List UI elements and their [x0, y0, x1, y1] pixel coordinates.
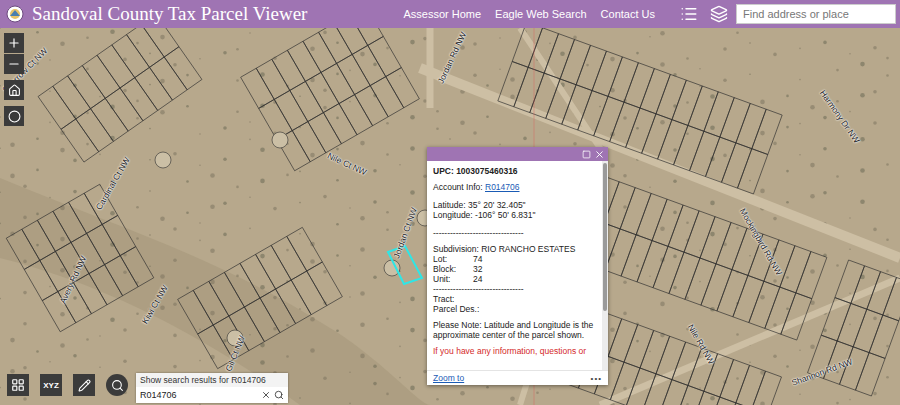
field-label: Unit:	[433, 274, 473, 284]
upc: UPC: 1003075460316	[433, 166, 598, 176]
popup-body: UPC: 1003075460316 Account Info: R014706 L…	[427, 161, 608, 370]
basemap-grid-icon[interactable]	[7, 374, 29, 396]
coordinates-button[interactable]: XYZ	[40, 374, 62, 396]
search-field[interactable]: R014706	[136, 387, 288, 403]
account-link[interactable]: R014706	[485, 182, 520, 192]
search-suggestion[interactable]: Show search results for R014706	[136, 373, 288, 387]
close-icon[interactable]	[594, 149, 605, 160]
bottom-toolbar: XYZ	[7, 374, 128, 396]
legend-icon[interactable]	[676, 2, 702, 26]
header-link[interactable]: Contact Us	[601, 8, 655, 20]
field-label: Block:	[433, 264, 473, 274]
lot-fields: Lot:74Block:32Unit:24	[433, 254, 598, 284]
zoom-in-icon[interactable]	[4, 33, 24, 53]
parcel-viewer: Sandoval County Tax Parcel Viewer Assesso…	[0, 0, 900, 405]
measure-pencil-icon[interactable]	[73, 374, 95, 396]
address-search-input[interactable]	[736, 4, 896, 24]
map-area[interactable]: Sparrow Ct NWCardinal Ct NWNile Ct NWJor…	[0, 28, 900, 405]
locate-icon[interactable]	[4, 106, 24, 126]
parcel-des: Parcel Des.:	[433, 304, 598, 314]
longitude: Longitude: -106° 50' 6.831"	[433, 210, 598, 220]
popup-content: UPC: 1003075460316 Account Info: R014706 L…	[427, 161, 602, 370]
warning: If you have any information, questions o…	[433, 346, 598, 356]
tract: Tract:	[433, 294, 598, 304]
popup-header	[427, 147, 608, 161]
header-links: Assessor Home Eagle Web Search Contact Us	[403, 8, 655, 20]
header-bar: Sandoval County Tax Parcel Viewer Assesso…	[0, 0, 900, 28]
field-value: 24	[473, 274, 598, 284]
maximize-icon[interactable]	[582, 150, 591, 159]
field-value: 74	[473, 254, 598, 264]
field-label: Lot:	[433, 254, 473, 264]
header-link[interactable]: Assessor Home	[403, 8, 481, 20]
account-info: Account Info: R014706	[433, 182, 598, 192]
search-panel: Show search results for R014706 R014706	[136, 373, 288, 403]
divider: --------------------------------	[433, 228, 598, 238]
layers-icon[interactable]	[706, 2, 732, 26]
latitude: Latitude: 35° 20' 32.405"	[433, 200, 598, 210]
zoom-controls	[4, 33, 24, 74]
zoom-out-icon[interactable]	[4, 54, 24, 74]
county-seal-icon	[6, 5, 24, 23]
popup-scrollbar[interactable]	[602, 161, 608, 370]
zoom-to-link[interactable]: Zoom to	[433, 373, 464, 383]
parcel-popup: UPC: 1003075460316 Account Info: R014706 L…	[427, 147, 608, 385]
header-link[interactable]: Eagle Web Search	[495, 8, 587, 20]
more-button[interactable]: •••	[591, 374, 602, 383]
scroll-thumb[interactable]	[603, 163, 607, 311]
home-icon[interactable]	[4, 80, 24, 100]
map-controls	[4, 33, 24, 126]
popup-footer: Zoom to •••	[427, 370, 608, 385]
field-value: 32	[473, 264, 598, 274]
subdivision: Subdivision: RIO RANCHO ESTATES	[433, 244, 598, 254]
search-value[interactable]: R014706	[140, 390, 258, 400]
note: Please Note: Latitude and Longitude is t…	[433, 320, 598, 340]
magnifier-icon[interactable]	[274, 390, 284, 400]
app-title: Sandoval County Tax Parcel Viewer	[32, 3, 307, 25]
search-icon[interactable]	[106, 374, 128, 396]
divider: --------------------------------	[433, 284, 598, 294]
clear-icon[interactable]	[261, 390, 271, 400]
